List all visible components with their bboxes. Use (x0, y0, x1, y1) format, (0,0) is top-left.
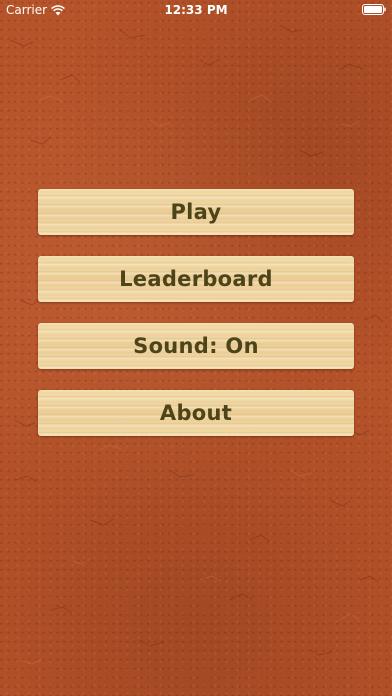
status-bar: Carrier 12:33 PM (0, 0, 392, 20)
status-time: 12:33 PM (164, 3, 228, 17)
sound-toggle-button[interactable]: Sound: On (38, 323, 354, 369)
main-menu-screen: Carrier 12:33 PM Play Leaderboard Sound:… (0, 0, 392, 696)
about-button-label: About (159, 401, 233, 425)
play-button-label: Play (170, 200, 222, 224)
leaderboard-button-label: Leaderboard (119, 267, 273, 291)
battery-icon (362, 4, 386, 15)
play-button[interactable]: Play (38, 189, 354, 235)
main-menu: Play Leaderboard Sound: On About (38, 189, 354, 457)
status-right (362, 4, 386, 15)
sound-toggle-button-label: Sound: On (133, 334, 259, 358)
about-button[interactable]: About (38, 390, 354, 436)
leaderboard-button[interactable]: Leaderboard (38, 256, 354, 302)
